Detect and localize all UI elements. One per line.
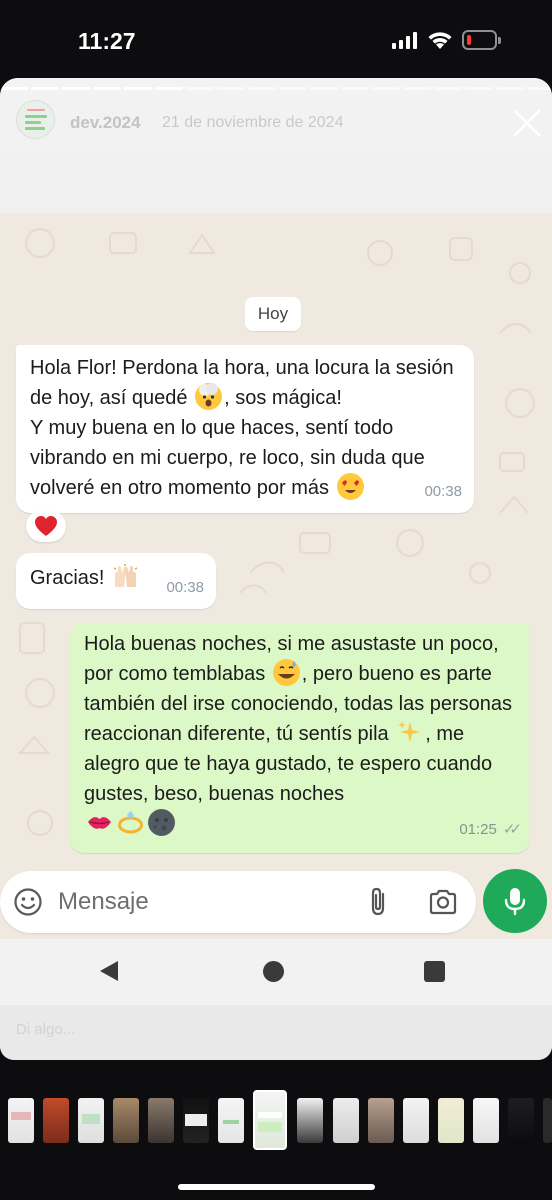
story-username[interactable]: dev.2024: [70, 113, 141, 133]
story-header: dev.2024 21 de noviembre de 2024: [0, 78, 552, 213]
home-indicator[interactable]: [178, 1184, 375, 1190]
story-thumbnail[interactable]: [113, 1098, 139, 1143]
story-thumbnail-current[interactable]: [253, 1090, 287, 1150]
signal-icon: [392, 32, 417, 49]
status-bar: 11:27: [0, 0, 552, 80]
reaction-badge[interactable]: [26, 510, 66, 542]
story-thumbnail[interactable]: [218, 1098, 244, 1143]
date-chip: Hoy: [245, 297, 301, 331]
story-thumbnail[interactable]: [508, 1098, 534, 1143]
story-thumbnail[interactable]: [403, 1098, 429, 1143]
message-text: Y muy buena en lo que haces, sentí todo …: [30, 417, 431, 499]
message-input[interactable]: [58, 888, 318, 916]
recents-icon[interactable]: [424, 961, 445, 982]
story-thumbnail[interactable]: [148, 1098, 174, 1143]
story-thumbnail[interactable]: [78, 1098, 104, 1143]
story-reply-placeholder: Di algo...: [16, 1021, 76, 1038]
avatar[interactable]: [16, 100, 55, 139]
ring-emoji: [117, 809, 144, 836]
battery-icon: [462, 30, 501, 50]
microphone-icon: [504, 888, 526, 916]
kiss-mark-emoji: [86, 809, 113, 836]
camera-icon[interactable]: [428, 887, 458, 917]
story-date: 21 de noviembre de 2024: [162, 114, 344, 131]
message-meta: 01:25 ✓✓: [459, 815, 522, 845]
story-progress: [0, 87, 552, 90]
android-nav-bar: [0, 939, 552, 1005]
story-thumbnail-strip: [0, 1090, 552, 1150]
exploding-head-emoji: [195, 383, 223, 410]
message-bubble-incoming[interactable]: Gracias! 00:38: [16, 553, 216, 609]
story-thumbnail[interactable]: [473, 1098, 499, 1143]
chat-area: Hoy Hola Flor! Perdona la hora, una locu…: [0, 213, 552, 859]
story-thumbnail[interactable]: [43, 1098, 69, 1143]
screen: 11:27 dev.2024 21 de noviembre de 2024 H…: [0, 0, 552, 1200]
home-icon[interactable]: [263, 961, 284, 982]
emoji-icon[interactable]: [13, 887, 43, 917]
message-field[interactable]: [0, 871, 476, 933]
story-thumbnail[interactable]: [368, 1098, 394, 1143]
grinning-sweat-emoji: [272, 659, 300, 686]
message-text: , sos mágica!: [224, 387, 342, 409]
story-thumbnail[interactable]: [297, 1098, 323, 1143]
new-moon-face-emoji: [148, 809, 175, 836]
voice-record-button[interactable]: [483, 869, 547, 933]
story-thumbnail[interactable]: [438, 1098, 464, 1143]
story-thumbnail[interactable]: [543, 1098, 552, 1143]
story-thumbnail[interactable]: [8, 1098, 34, 1143]
status-time: 11:27: [78, 28, 136, 54]
composer: [0, 859, 552, 939]
double-check-icon: ✓✓: [502, 821, 522, 838]
wifi-icon: [428, 32, 452, 49]
message-bubble-outgoing[interactable]: Hola buenas noches, si me asustaste un p…: [70, 623, 530, 853]
message-time: 00:38: [166, 579, 204, 596]
message-time: 00:38: [424, 483, 462, 500]
story-card: dev.2024 21 de noviembre de 2024 Hoy Hol…: [0, 78, 552, 1060]
message-bubble-incoming[interactable]: Hola Flor! Perdona la hora, una locura l…: [16, 345, 474, 513]
story-thumbnail[interactable]: [333, 1098, 359, 1143]
heart-eyes-emoji: [336, 473, 364, 500]
sparkles-emoji: [396, 719, 423, 746]
message-time: 01:25: [459, 821, 497, 838]
raising-hands-emoji: [112, 563, 139, 590]
story-thumbnail[interactable]: [183, 1098, 209, 1143]
story-reply-bar[interactable]: Di algo...: [0, 1005, 552, 1060]
red-heart-icon: [35, 516, 57, 536]
attach-icon[interactable]: [364, 886, 394, 918]
message-text: Gracias!: [30, 567, 105, 589]
close-icon[interactable]: [510, 106, 544, 140]
back-icon[interactable]: [98, 959, 120, 983]
